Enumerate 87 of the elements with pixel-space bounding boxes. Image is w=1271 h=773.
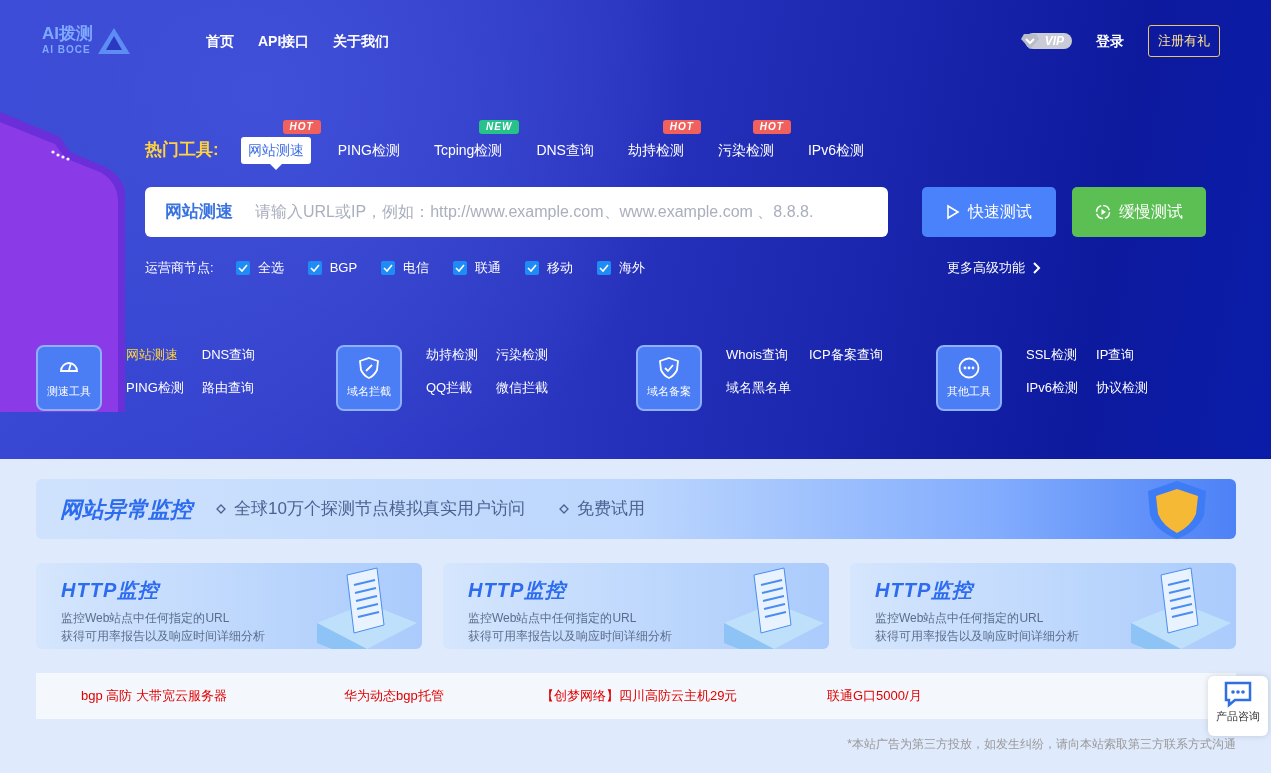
checkbox-tick[interactable] bbox=[307, 261, 322, 275]
shield-slash-icon bbox=[358, 356, 380, 379]
tool-tab[interactable]: IPv6检测 bbox=[800, 136, 871, 164]
search-type-label: 网站测速 bbox=[164, 201, 234, 224]
tab-badge: HOT bbox=[282, 119, 321, 134]
category-tile[interactable]: 域名拦截 bbox=[336, 345, 402, 411]
nav-link[interactable]: 首页 bbox=[206, 30, 234, 52]
node-checkbox[interactable]: 移动 bbox=[525, 258, 574, 278]
tool-tab[interactable]: 污染检测 bbox=[710, 136, 781, 164]
tool-link[interactable]: QQ拦截 bbox=[426, 377, 478, 397]
checkbox-tick[interactable] bbox=[381, 261, 396, 275]
card-description: 监控Web站点中任何指定的URL bbox=[468, 610, 638, 627]
tool-link[interactable]: IPv6检测 bbox=[1026, 377, 1078, 397]
chat-icon bbox=[1223, 680, 1253, 708]
logo-subtitle: AI BOCE bbox=[42, 43, 92, 57]
nav-link[interactable]: 关于我们 bbox=[333, 30, 390, 52]
category-tile[interactable]: 域名备案 bbox=[636, 345, 702, 411]
ad-link[interactable]: 【创梦网络】四川高防云主机29元 bbox=[541, 686, 827, 706]
hot-tools-label: 热门工具: bbox=[145, 139, 219, 162]
tool-link[interactable]: PING检测 bbox=[126, 377, 184, 397]
tab-pointer bbox=[269, 163, 282, 170]
tool-link[interactable]: 路由查询 bbox=[201, 377, 256, 397]
node-checkbox[interactable]: 海外 bbox=[597, 258, 646, 278]
tool-link[interactable]: Whois查询 bbox=[726, 345, 791, 365]
nav-link[interactable]: API接口 bbox=[258, 30, 310, 52]
banner-point: 全球10万个探测节点模拟真实用户访问 bbox=[234, 498, 525, 521]
tool-link[interactable]: 协议检测 bbox=[1096, 377, 1148, 397]
play-icon bbox=[946, 204, 960, 220]
tool-tab[interactable]: 网站测速 bbox=[240, 136, 311, 164]
monitor-card[interactable]: HTTP监控 监控Web站点中任何指定的URL 获得可用率报告以及响应时间详细分析 bbox=[443, 563, 829, 649]
shield-check-icon bbox=[658, 356, 680, 379]
category-tile[interactable]: 其他工具 bbox=[936, 345, 1002, 411]
product-consult-button[interactable]: 产品咨询 bbox=[1208, 676, 1268, 736]
fast-test-button[interactable]: 快速测试 bbox=[922, 187, 1056, 237]
category-tile[interactable]: 测速工具 bbox=[36, 345, 102, 411]
tool-link[interactable]: 网站测速 bbox=[126, 345, 184, 365]
card-description: 获得可用率报告以及响应时间详细分析 bbox=[61, 628, 265, 645]
tool-link[interactable]: 微信拦截 bbox=[496, 377, 548, 397]
diamond-icon bbox=[558, 504, 569, 514]
logo-title: AI拨测 bbox=[42, 25, 93, 42]
checkbox-tick[interactable] bbox=[597, 261, 612, 275]
login-link[interactable]: 登录 bbox=[1096, 30, 1124, 52]
node-checkbox[interactable]: 电信 bbox=[381, 258, 430, 278]
ad-link[interactable]: 华为动态bgp托管 bbox=[344, 686, 541, 706]
tab-badge: NEW bbox=[479, 119, 520, 134]
tool-tab[interactable]: Tcping检测 bbox=[426, 136, 510, 164]
ad-link[interactable]: 联通G口5000/月 bbox=[827, 686, 987, 706]
node-checkbox[interactable]: 联通 bbox=[453, 258, 502, 278]
nodes-label: 运营商节点: bbox=[145, 259, 214, 278]
tool-link[interactable]: 域名黑名单 bbox=[726, 377, 791, 397]
logo-icon bbox=[97, 27, 131, 55]
monitor-card[interactable]: HTTP监控 监控Web站点中任何指定的URL 获得可用率报告以及响应时间详细分析 bbox=[850, 563, 1236, 649]
card-description: 获得可用率报告以及响应时间详细分析 bbox=[468, 628, 672, 645]
more-features-link[interactable]: 更多高级功能 bbox=[947, 258, 1041, 278]
diamond-icon bbox=[216, 504, 226, 514]
card-description: 监控Web站点中任何指定的URL bbox=[875, 610, 1045, 627]
tool-link[interactable]: 劫持检测 bbox=[426, 345, 478, 365]
card-title: HTTP监控 bbox=[875, 578, 976, 603]
tool-tab[interactable]: 劫持检测 bbox=[620, 136, 691, 164]
checkbox-tick[interactable] bbox=[453, 261, 468, 275]
banner-point: 免费试用 bbox=[576, 498, 645, 521]
tool-tab[interactable]: PING检测 bbox=[330, 136, 407, 164]
play-circle-icon bbox=[1095, 204, 1111, 220]
tool-tab[interactable]: DNS查询 bbox=[529, 136, 601, 164]
checkbox-tick[interactable] bbox=[525, 261, 540, 275]
card-description: 获得可用率报告以及响应时间详细分析 bbox=[875, 628, 1079, 645]
monitoring-banner[interactable]: 网站异常监控 全球10万个探测节点模拟真实用户访问 免费试用 bbox=[36, 479, 1236, 539]
tool-link[interactable]: IP查询 bbox=[1096, 345, 1148, 365]
checkbox-tick[interactable] bbox=[235, 261, 250, 275]
card-description: 监控Web站点中任何指定的URL bbox=[61, 610, 231, 627]
tool-link[interactable]: ICP备案查询 bbox=[809, 345, 883, 365]
tool-link[interactable]: DNS查询 bbox=[201, 345, 256, 365]
card-title: HTTP监控 bbox=[468, 578, 569, 603]
tool-link[interactable]: SSL检测 bbox=[1026, 345, 1078, 365]
tab-badge: HOT bbox=[752, 119, 791, 134]
more-icon bbox=[958, 356, 980, 379]
chevron-right-icon bbox=[1033, 262, 1041, 274]
tool-link[interactable]: 污染检测 bbox=[496, 345, 548, 365]
card-title: HTTP监控 bbox=[61, 578, 162, 603]
ad-link[interactable]: bgp 高防 大带宽云服务器 bbox=[81, 686, 344, 706]
node-checkbox[interactable]: 全选 bbox=[235, 258, 284, 278]
ad-disclaimer: *本站广告为第三方投放，如发生纠纷，请向本站索取第三方联系方式沟通 bbox=[846, 736, 1236, 753]
node-checkbox[interactable]: BGP bbox=[307, 258, 358, 278]
search-bar[interactable]: 网站测速 请输入URL或IP，例如：http://www.example.com、www.example.com 、8.8.8. bbox=[145, 187, 888, 237]
monitor-card[interactable]: HTTP监控 监控Web站点中任何指定的URL 获得可用率报告以及响应时间详细分析 bbox=[36, 563, 422, 649]
tab-badge: HOT bbox=[662, 119, 701, 134]
register-button[interactable]: 注册有礼 bbox=[1148, 25, 1220, 57]
